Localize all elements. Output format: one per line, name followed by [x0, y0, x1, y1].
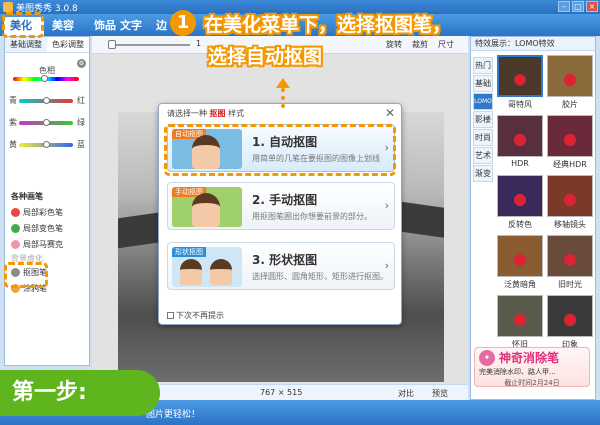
promo-subtitle: 完美消除水印、路人甲... — [479, 368, 556, 376]
promo-title: 神奇消除笔 — [499, 351, 560, 365]
category-lomo[interactable]: LOMO — [473, 93, 493, 110]
brush-mosaic[interactable]: 局部马赛克 — [11, 239, 63, 253]
subtab-color-adjust[interactable]: 色彩调整 — [47, 37, 89, 52]
effect-label: 旧时光 — [558, 280, 582, 289]
portrait-image — [192, 193, 220, 227]
category-basic[interactable]: 基础 — [473, 75, 493, 92]
close-icon[interactable]: ✕ — [385, 106, 395, 120]
category-gradient[interactable]: 渐变 — [473, 165, 493, 182]
brush-recolor-icon — [11, 224, 20, 233]
dialog-header-prefix: 请选择一种 — [167, 109, 207, 118]
option-desc: 选择圆形、圆角矩形，矩形进行抠图。 — [252, 272, 388, 281]
tab-border[interactable]: 边 — [150, 17, 172, 36]
effect-label: 经典HDR — [553, 160, 587, 169]
option-title: 2. 手动抠图 — [252, 193, 318, 207]
instruction-line-2: 选择自动抠图 — [208, 46, 323, 68]
dialog-header-keyword: 抠图 — [209, 109, 226, 118]
color-adjust-area: ⚙ 色相 青 红 紫 绿 黄 蓝 — [5, 55, 89, 187]
adjust-subtabs: 基础调整 色彩调整 — [5, 37, 89, 53]
bottom-tip: 图片更轻松！ — [146, 410, 201, 420]
option-desc: 用抠图笔圈出你想要前景的部分。 — [252, 212, 372, 221]
promo-date: 截止时间2月24日 — [504, 379, 560, 387]
brush-label: 局部彩色笔 — [23, 208, 63, 217]
shape-cutout-thumbnail: 形状抠图 — [172, 247, 242, 287]
eraser-icon: ✦ — [479, 350, 495, 366]
effect-label: 胶片 — [562, 100, 578, 109]
chevron-right-icon: › — [384, 199, 389, 212]
brush-color-icon — [11, 208, 20, 217]
step-badge: 第一步: — [0, 370, 160, 416]
green-label: 绿 — [77, 118, 85, 127]
brushes-title: 各种画笔 — [11, 192, 43, 201]
dialog-header-suffix: 样式 — [228, 109, 245, 118]
manual-cutout-thumbnail: 手动抠图 — [172, 187, 242, 227]
effects-panel: 特效展示：LOMO特效 热门 基础 LOMO 影楼 时尚 艺术 渐变 哥特风 胶片… — [470, 36, 596, 400]
instruction-callout: 1 在美化菜单下，选择抠图笔， 选择自动抠图 — [170, 8, 596, 70]
magenta-label: 紫 — [9, 118, 17, 127]
subtab-basic-adjust[interactable]: 基础调整 — [5, 37, 47, 52]
effect-thumbnail[interactable] — [497, 175, 543, 217]
effect-thumbnail[interactable] — [497, 235, 543, 277]
brush-partial-color[interactable]: 局部彩色笔 — [11, 207, 63, 221]
preview-button[interactable]: 预览 — [432, 388, 448, 399]
gear-icon[interactable]: ⚙ — [77, 59, 86, 68]
chevron-right-icon: › — [384, 259, 389, 272]
tab-makeup[interactable]: 美容 — [46, 17, 86, 36]
highlight-cutout-brush — [4, 262, 48, 288]
category-studio[interactable]: 影楼 — [473, 111, 493, 128]
category-fashion[interactable]: 时尚 — [473, 129, 493, 146]
option-shape-cutout[interactable]: 形状抠图 3. 形状抠图 选择圆形、圆角矩形，矩形进行抠图。 › — [167, 242, 395, 290]
option-tag: 形状抠图 — [172, 247, 206, 257]
cyan-label: 青 — [9, 96, 17, 105]
option-manual-cutout[interactable]: 手动抠图 2. 手动抠图 用抠图笔圈出你想要前景的部分。 › — [167, 182, 395, 230]
effect-label: 反转色 — [508, 220, 532, 229]
left-panel: 基础调整 色彩调整 ⚙ 色相 青 红 紫 绿 黄 蓝 各种画笔 局部彩色笔 局部… — [4, 36, 90, 366]
dont-show-again-checkbox[interactable]: 下次不再提示 — [167, 310, 224, 321]
checkbox-box[interactable] — [167, 312, 174, 319]
effect-label: 泛黄暗角 — [504, 280, 536, 289]
effect-thumbnail[interactable] — [547, 295, 593, 337]
effect-thumbnail[interactable] — [547, 115, 593, 157]
arrow-stem — [281, 88, 285, 108]
instruction-line-1: 在美化菜单下，选择抠图笔， — [204, 14, 452, 36]
effect-thumbnail[interactable] — [547, 235, 593, 277]
effect-label: 移轴镜头 — [554, 220, 586, 229]
yellow-blue-knob[interactable] — [43, 141, 50, 148]
dialog-header: 请选择一种 抠图 样式 — [167, 108, 244, 119]
portrait-image — [210, 259, 232, 285]
promo-banner[interactable]: ✦ 神奇消除笔 完美消除水印、路人甲... 截止时间2月24日 — [474, 347, 590, 387]
cyan-red-knob[interactable] — [43, 97, 50, 104]
option-title: 3. 形状抠图 — [252, 253, 318, 267]
category-art[interactable]: 艺术 — [473, 147, 493, 164]
brush-label: 局部马赛克 — [23, 240, 63, 249]
effect-label: 哥特风 — [508, 100, 532, 109]
compare-button[interactable]: 对比 — [398, 388, 414, 399]
yellow-label: 黄 — [9, 140, 17, 149]
portrait-image — [180, 259, 202, 285]
image-size: 767 × 515 — [260, 388, 303, 397]
red-label: 红 — [77, 96, 85, 105]
effect-thumbnail[interactable] — [547, 175, 593, 217]
effect-thumbnail[interactable] — [497, 115, 543, 157]
zoom-slider-knob[interactable] — [108, 40, 116, 49]
highlight-beautify-tab — [2, 12, 44, 38]
app-logo-icon — [3, 2, 13, 12]
step-number: 1 — [170, 10, 196, 36]
hue-slider-knob[interactable] — [41, 75, 48, 82]
highlight-auto-cutout — [164, 124, 396, 176]
mosaic-icon — [11, 240, 20, 249]
effect-thumbnail[interactable] — [497, 295, 543, 337]
hue-label: 色相 — [39, 66, 55, 75]
brush-label: 局部变色笔 — [23, 224, 63, 233]
effect-label: HDR — [511, 159, 529, 168]
brush-partial-recolor[interactable]: 局部变色笔 — [11, 223, 63, 237]
tab-text[interactable]: 文字 — [114, 17, 154, 36]
arrow-up-icon — [276, 78, 290, 88]
blue-label: 蓝 — [77, 140, 85, 149]
magenta-green-knob[interactable] — [43, 119, 50, 126]
dont-show-label: 下次不再提示 — [176, 311, 224, 320]
